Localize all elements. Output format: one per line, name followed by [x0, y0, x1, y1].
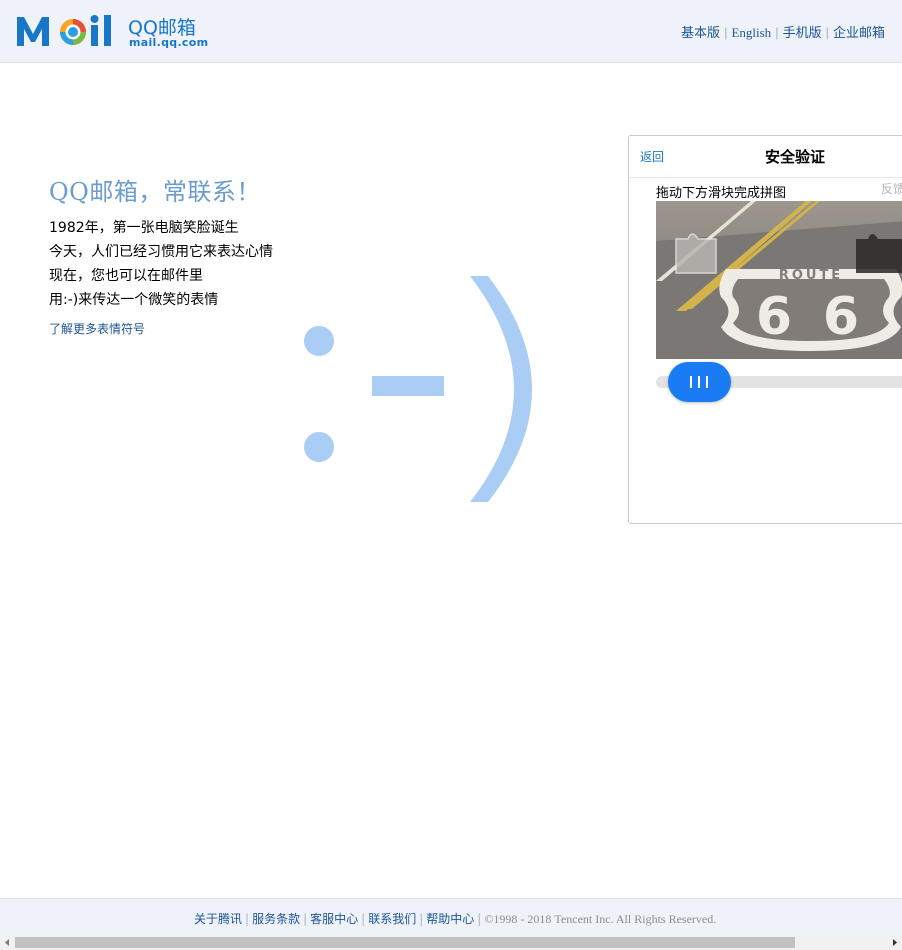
captcha-instruction: 拖动下方滑块完成拼图	[656, 186, 787, 201]
intro-line: 1982年，第一张电脑笑脸诞生	[49, 220, 239, 236]
feedback-link[interactable]: 反馈	[881, 180, 902, 197]
dialog-header: 返回 安全验证	[629, 136, 902, 178]
svg-text:6: 6	[823, 287, 859, 347]
intro-line: 现在，您也可以在邮件里	[49, 268, 203, 284]
scroll-right-icon[interactable]	[887, 935, 902, 950]
header: QQ邮箱 mail.qq.com 基本版 | English | 手机版 | 企业邮箱	[0, 0, 902, 63]
footer-link-help-center[interactable]: 帮助中心	[426, 912, 474, 926]
mail-logo-icon	[17, 15, 111, 46]
link-mobile-version[interactable]: 手机版	[783, 25, 822, 40]
intro-line: 用:-)来传达一个微笑的表情	[49, 292, 219, 308]
learn-more-emoticons-link[interactable]: 了解更多表情符号	[49, 320, 145, 337]
puzzle-image: ROUTE 6 6	[656, 201, 902, 359]
intro-line: 今天，人们已经习惯用它来表达心情	[49, 244, 273, 260]
svg-text:6: 6	[756, 287, 792, 347]
intro-title: QQ邮箱，常联系！	[49, 178, 261, 206]
separator: |	[775, 25, 779, 40]
shield-text: ROUTE	[779, 268, 843, 283]
footer-link-contact-us[interactable]: 联系我们	[368, 912, 416, 926]
separator: |	[724, 25, 728, 40]
dialog-title: 安全验证	[765, 148, 826, 166]
intro-lines: 1982年，第一张电脑笑脸诞生 今天，人们已经习惯用它来表达心情 现在，您也可以…	[49, 216, 273, 312]
separator: |	[477, 912, 482, 926]
separator: |	[419, 912, 424, 926]
link-english[interactable]: English	[731, 25, 771, 40]
route-66-road-image: ROUTE 6 6	[656, 201, 902, 359]
separator: |	[245, 912, 250, 926]
back-button[interactable]: 返回	[640, 148, 664, 165]
separator: |	[825, 25, 829, 40]
horizontal-scrollbar[interactable]	[0, 935, 902, 950]
security-verification-dialog: 返回 安全验证 拖动下方滑块完成拼图 反馈 ROUTE 6 6	[628, 135, 902, 524]
footer-link-terms[interactable]: 服务条款	[252, 912, 300, 926]
separator: |	[303, 912, 308, 926]
copyright: ©1998 - 2018 Tencent Inc. All Rights Res…	[484, 912, 717, 926]
smiley-emoticon-icon	[304, 276, 532, 502]
scrollbar-thumb[interactable]	[15, 937, 795, 948]
qq-mail-logo[interactable]: QQ邮箱 mail.qq.com	[16, 12, 208, 50]
footer-link-about-tencent[interactable]: 关于腾讯	[194, 912, 242, 926]
link-basic-version[interactable]: 基本版	[681, 25, 720, 40]
logo-text-en: mail.qq.com	[129, 36, 209, 49]
grip-line	[706, 376, 708, 388]
grip-line	[698, 376, 700, 388]
top-links: 基本版 | English | 手机版 | 企业邮箱	[681, 22, 885, 41]
footer: 关于腾讯 | 服务条款 | 客服中心 | 联系我们 | 帮助中心 | ©1998 - 2018 Te…	[0, 898, 902, 935]
footer-link-service-center[interactable]: 客服中心	[310, 912, 358, 926]
grip-line	[690, 376, 692, 388]
separator: |	[361, 912, 366, 926]
slider-handle[interactable]	[668, 362, 731, 402]
link-enterprise-mail[interactable]: 企业邮箱	[833, 25, 885, 40]
scroll-left-icon[interactable]	[0, 935, 15, 950]
footer-links: 关于腾讯 | 服务条款 | 客服中心 | 联系我们 | 帮助中心 | ©1998 - 2018 Te…	[194, 910, 716, 927]
